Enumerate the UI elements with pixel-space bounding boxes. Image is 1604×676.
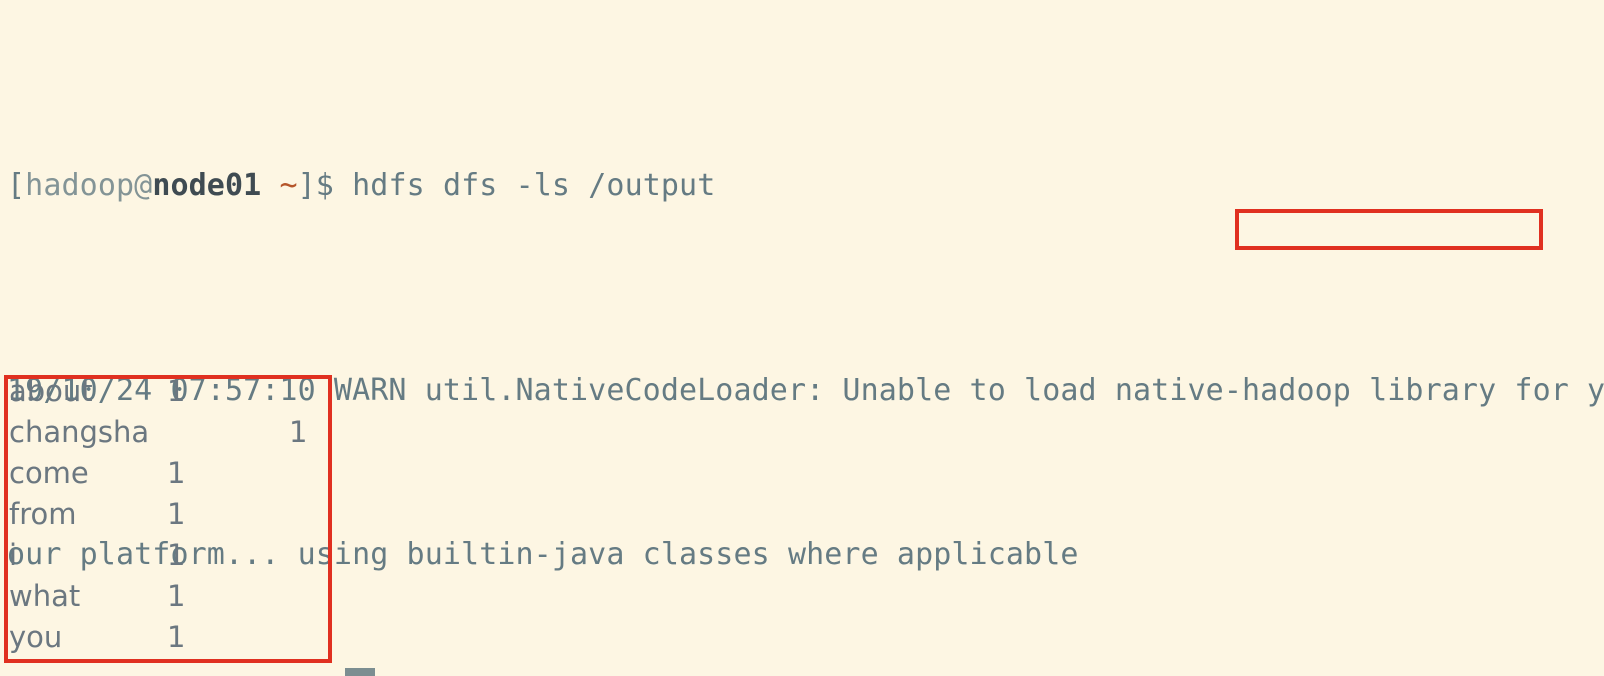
wordcount-word: i [9, 538, 18, 572]
wordcount-count: 1 [289, 415, 308, 449]
wordcount-count: 1 [167, 374, 186, 408]
wordcount-row: from 1 [9, 494, 307, 535]
wordcount-count: 1 [167, 497, 186, 531]
prompt-host: node01 [152, 168, 262, 203]
wordcount-count: 1 [167, 456, 186, 490]
prompt-bracket-open: [ [7, 168, 26, 203]
wordcount-word: from [9, 497, 77, 531]
wordcount-result-block: about 1 changsha 1 come 1 from 1 i 1 what 1 you 1 [9, 371, 307, 658]
wordcount-word: come [9, 456, 89, 490]
terminal-window[interactable]: [hadoop@node01 ~]$ hdfs dfs -ls /output … [0, 0, 1604, 676]
wordcount-word: you [9, 620, 63, 654]
terminal-line-prompt-ls: [hadoop@node01 ~]$ hdfs dfs -ls /output [7, 165, 1604, 206]
wordcount-word: about [9, 374, 93, 408]
prompt-bracket-close: ]$ [297, 168, 353, 203]
wordcount-count: 1 [167, 579, 186, 613]
wordcount-row: you 1 [9, 617, 307, 658]
wordcount-word: changsha [9, 415, 150, 449]
wordcount-row: i1 [9, 535, 307, 576]
wordcount-row: what 1 [9, 576, 307, 617]
wordcount-row: changsha 1 [9, 412, 307, 453]
next-prompt-peek [345, 668, 375, 676]
prompt-user: hadoop@ [25, 168, 153, 203]
command-ls: hdfs dfs -ls /output [352, 168, 716, 203]
wordcount-row: come 1 [9, 453, 307, 494]
wordcount-word: what [9, 579, 81, 613]
wordcount-row: about 1 [9, 371, 307, 412]
prompt-tilde: ~ [279, 168, 298, 203]
wordcount-count: 1 [167, 620, 186, 654]
wordcount-count: 1 [167, 538, 186, 572]
